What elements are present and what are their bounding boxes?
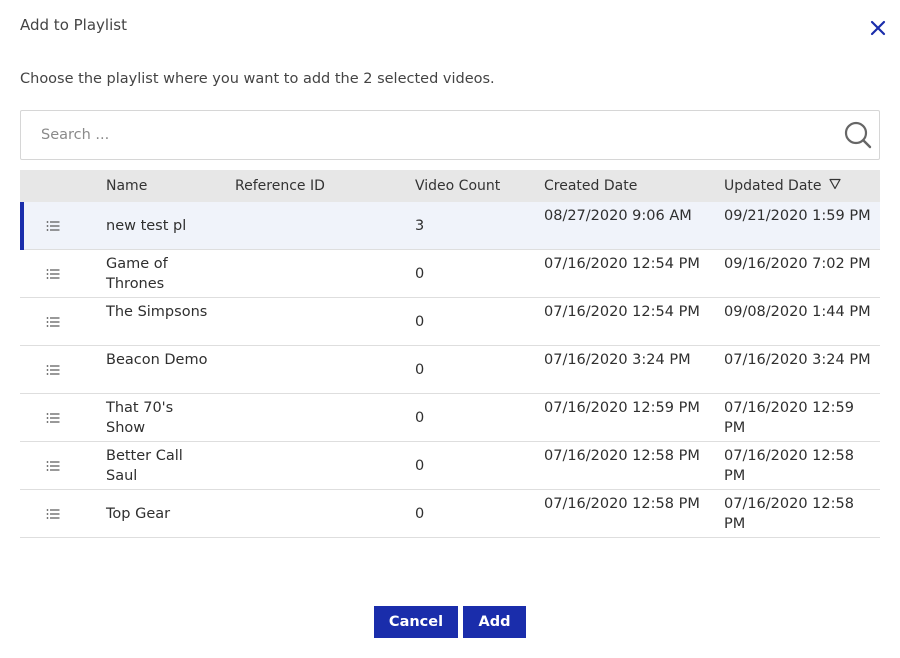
dialog-instructions: Choose the playlist where you want to ad… <box>20 71 495 87</box>
table-row[interactable]: Game of Thrones 0 07/16/2020 12:54 PM 09/16… <box>20 250 880 298</box>
cell-created-date: 07/16/2020 12:54 PM <box>544 304 700 320</box>
column-header-created-date[interactable]: Created Date <box>544 178 637 194</box>
cell-updated-date: 07/16/2020 12:59 PM <box>724 400 854 436</box>
column-header-name[interactable]: Name <box>106 178 147 194</box>
table-row[interactable]: Better Call Saul 0 07/16/2020 12:58 PM 07/1… <box>20 442 880 490</box>
cell-updated-date: 09/16/2020 7:02 PM <box>724 256 871 272</box>
column-header-updated-date[interactable]: Updated Date <box>724 178 841 194</box>
column-header-video-count[interactable]: Video Count <box>415 178 500 194</box>
column-header-updated-date-label: Updated Date <box>724 178 822 194</box>
close-icon[interactable] <box>868 18 888 38</box>
table-header: Name Reference ID Video Count Created Da… <box>20 170 880 202</box>
selected-row-indicator <box>20 202 24 250</box>
playlist-list-icon <box>46 317 60 327</box>
playlist-list-icon <box>46 365 60 375</box>
cell-video-count: 0 <box>415 506 425 522</box>
cancel-button[interactable]: Cancel <box>374 606 458 638</box>
cell-playlist-name: Top Gear <box>106 506 171 522</box>
cell-video-count: 3 <box>415 218 425 234</box>
column-header-reference-id[interactable]: Reference ID <box>235 178 325 194</box>
cell-created-date: 07/16/2020 3:24 PM <box>544 352 691 368</box>
playlist-table: Name Reference ID Video Count Created Da… <box>20 170 880 538</box>
cell-updated-date: 09/08/2020 1:44 PM <box>724 304 871 320</box>
cell-created-date: 07/16/2020 12:59 PM <box>544 400 700 416</box>
cell-updated-date: 09/21/2020 1:59 PM <box>724 208 871 224</box>
cell-created-date: 07/16/2020 12:58 PM <box>544 448 700 464</box>
cell-video-count: 0 <box>415 410 425 426</box>
cell-video-count: 0 <box>415 266 425 282</box>
search-box <box>20 110 880 160</box>
cell-video-count: 0 <box>415 314 425 330</box>
cell-video-count: 0 <box>415 362 425 378</box>
cell-created-date: 07/16/2020 12:58 PM <box>544 496 700 512</box>
playlist-list-icon <box>46 461 60 471</box>
playlist-list-icon <box>46 269 60 279</box>
cell-video-count: 0 <box>415 458 425 474</box>
cell-playlist-name: Beacon Demo <box>106 352 208 368</box>
table-row[interactable]: Top Gear 0 07/16/2020 12:58 PM 07/16/2020 1… <box>20 490 880 538</box>
cell-playlist-name: That 70's Show <box>106 400 174 436</box>
table-body: new test pl 3 08/27/2020 9:06 AM 09/21/2020… <box>20 202 880 538</box>
cell-created-date: 08/27/2020 9:06 AM <box>544 208 692 224</box>
table-row[interactable]: new test pl 3 08/27/2020 9:06 AM 09/21/2020… <box>20 202 880 250</box>
cell-playlist-name: new test pl <box>106 218 187 234</box>
playlist-list-icon <box>46 509 60 519</box>
add-button[interactable]: Add <box>463 606 526 638</box>
cell-updated-date: 07/16/2020 12:58 PM <box>724 448 854 484</box>
cell-created-date: 07/16/2020 12:54 PM <box>544 256 700 272</box>
search-icon[interactable] <box>843 120 873 150</box>
cell-playlist-name: The Simpsons <box>106 304 208 320</box>
cell-playlist-name: Better Call Saul <box>106 448 183 484</box>
table-row[interactable]: That 70's Show 0 07/16/2020 12:59 PM 07/16/… <box>20 394 880 442</box>
cell-updated-date: 07/16/2020 3:24 PM <box>724 352 871 368</box>
dialog-title: Add to Playlist <box>20 16 127 34</box>
cell-updated-date: 07/16/2020 12:58 PM <box>724 496 854 532</box>
cell-playlist-name: Game of Thrones <box>106 256 168 292</box>
search-input[interactable] <box>21 111 821 159</box>
sort-descending-icon <box>828 178 841 190</box>
table-row[interactable]: Beacon Demo 0 07/16/2020 3:24 PM 07/16/2020… <box>20 346 880 394</box>
table-row[interactable]: The Simpsons 0 07/16/2020 12:54 PM 09/08/20… <box>20 298 880 346</box>
playlist-list-icon <box>46 221 60 231</box>
add-to-playlist-dialog: Add to Playlist Choose the playlist wher… <box>0 0 900 658</box>
playlist-list-icon <box>46 413 60 423</box>
